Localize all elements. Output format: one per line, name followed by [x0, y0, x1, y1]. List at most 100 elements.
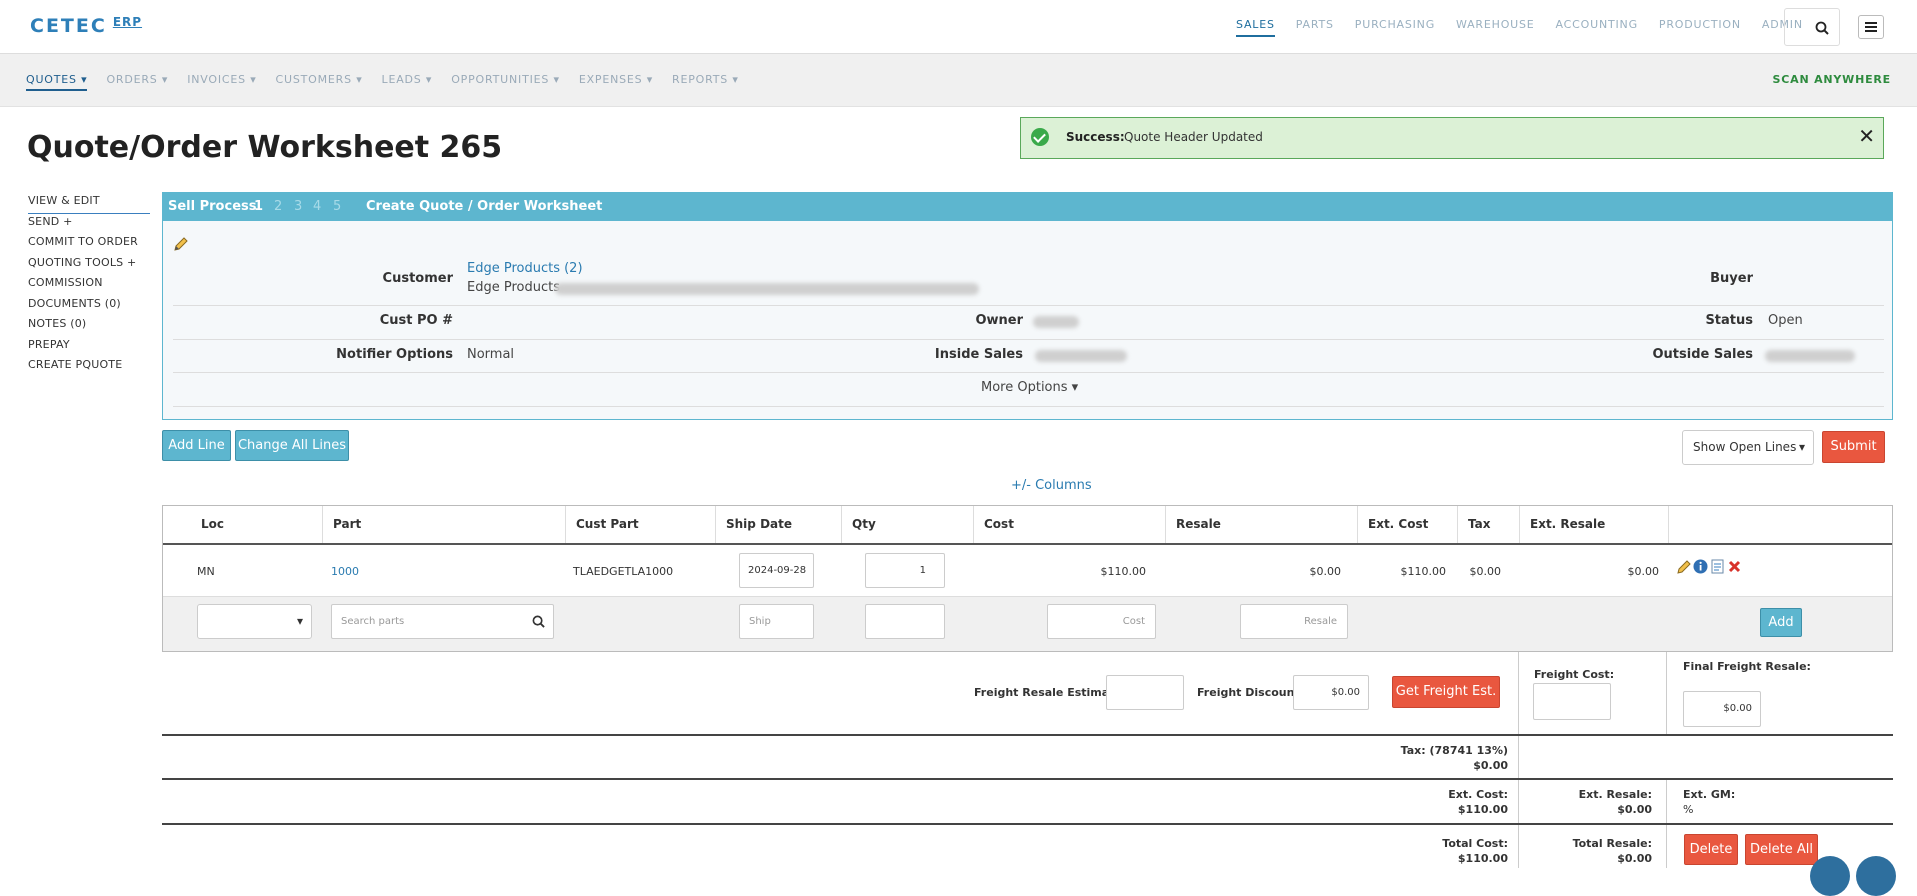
tax-label: Tax: (78741 13%) [1400, 744, 1508, 757]
row-qty-input[interactable]: 1 [865, 553, 945, 588]
divider [1518, 825, 1519, 868]
header-divider [163, 543, 1892, 545]
divider [1666, 652, 1667, 734]
row-ship-date-input[interactable]: 2024-09-28 [739, 553, 814, 588]
col-ext-cost[interactable]: Ext. Cost [1358, 506, 1458, 543]
delete-x-icon[interactable] [1728, 560, 1741, 573]
pencil-edit-icon[interactable] [1676, 559, 1692, 575]
col-tax[interactable]: Tax [1458, 506, 1520, 543]
inside-sales-label: Inside Sales [934, 347, 1023, 362]
redacted-inside-sales [1035, 350, 1127, 362]
sell-process-label: Sell Process [168, 199, 257, 214]
add-cost-input[interactable]: Cost [1047, 604, 1156, 639]
total-cost-label: Total Cost: [1442, 837, 1508, 850]
get-freight-est-button[interactable]: Get Freight Est. [1392, 676, 1500, 708]
sidenav-send[interactable]: SEND + [28, 214, 150, 235]
row-ext-resale: $0.00 [1627, 565, 1660, 578]
delete-button[interactable]: Delete [1684, 834, 1738, 865]
sidenav-documents[interactable]: DOCUMENTS (0) [28, 296, 150, 317]
nav-sales[interactable]: SALES [1236, 18, 1275, 37]
nav-accounting[interactable]: ACCOUNTING [1556, 18, 1638, 37]
add-part-search-input[interactable]: Search parts [331, 604, 554, 639]
sell-step-1[interactable]: 1 [254, 199, 263, 214]
total-resale-label: Total Resale: [1572, 837, 1652, 850]
cust-po-label: Cust PO # [379, 313, 453, 328]
freight-discount-input[interactable]: $0.00 [1293, 675, 1369, 710]
col-ship-date[interactable]: Ship Date [716, 506, 842, 543]
add-qty-input[interactable] [865, 604, 945, 639]
sidenav-quoting-tools[interactable]: QUOTING TOOLS + [28, 255, 150, 276]
subnav-quotes[interactable]: QUOTES ▾ [26, 73, 88, 91]
add-line-button[interactable]: Add Line [162, 430, 231, 461]
sidenav-notes[interactable]: NOTES (0) [28, 316, 150, 337]
change-all-lines-button[interactable]: Change All Lines [235, 430, 349, 461]
sidenav-view-edit[interactable]: VIEW & EDIT [28, 193, 150, 214]
info-icon[interactable] [1693, 559, 1708, 574]
close-icon[interactable]: ✕ [1858, 124, 1875, 148]
subnav-customers[interactable]: CUSTOMERS ▾ [276, 73, 363, 91]
sidenav-prepay[interactable]: PREPAY [28, 337, 150, 358]
global-search-button[interactable] [1784, 8, 1840, 46]
add-ship-input[interactable]: Ship [739, 604, 814, 639]
redacted-owner [1033, 316, 1079, 328]
sidenav-commission[interactable]: COMMISSION [28, 275, 150, 296]
customer-link[interactable]: Edge Products (2) [467, 261, 583, 276]
toast-message: Quote Header Updated [1124, 130, 1263, 144]
main-nav: SALES PARTS PURCHASING WAREHOUSE ACCOUNT… [1236, 18, 1824, 37]
more-options-toggle[interactable]: More Options ▾ [981, 380, 1078, 395]
col-resale[interactable]: Resale [1166, 506, 1358, 543]
sidenav-create-pquote[interactable]: CREATE PQUOTE [28, 357, 150, 378]
sell-step-5[interactable]: 5 [333, 199, 341, 214]
top-bar: CETEC ERP SALES PARTS PURCHASING WAREHOUS… [0, 0, 1917, 54]
hamburger-menu-icon[interactable] [1858, 15, 1884, 39]
col-part[interactable]: Part [323, 506, 566, 543]
notifier-label: Notifier Options [336, 347, 453, 362]
col-cust-part[interactable]: Cust Part [566, 506, 716, 543]
submit-button[interactable]: Submit [1822, 431, 1885, 463]
final-freight-resale-input[interactable]: $0.00 [1683, 691, 1761, 727]
col-loc[interactable]: Loc [163, 506, 323, 543]
col-ext-resale[interactable]: Ext. Resale [1520, 506, 1669, 543]
scan-anywhere-link[interactable]: SCAN ANYWHERE [1773, 73, 1891, 86]
customer-name: Edge Products [467, 280, 560, 295]
pencil-edit-icon[interactable] [173, 236, 189, 252]
sub-nav: QUOTES ▾ ORDERS ▾ INVOICES ▾ CUSTOMERS ▾… [0, 54, 1917, 107]
show-lines-select[interactable]: Show Open Lines ▾ [1682, 430, 1814, 465]
freight-section: Freight Resale Estimate: Freight Discoun… [162, 652, 1893, 736]
document-icon[interactable] [1711, 559, 1725, 574]
col-cost[interactable]: Cost [974, 506, 1166, 543]
nav-warehouse[interactable]: WAREHOUSE [1456, 18, 1535, 37]
ext-totals-section: Ext. Cost: $110.00 Ext. Resale: $0.00 Ex… [162, 780, 1893, 825]
add-resale-input[interactable]: Resale [1240, 604, 1348, 639]
nav-parts[interactable]: PARTS [1296, 18, 1334, 37]
sell-step-3[interactable]: 3 [294, 199, 302, 214]
sidenav-commit-to-order[interactable]: COMMIT TO ORDER [28, 234, 150, 255]
cetec-logo[interactable]: CETEC ERP [30, 15, 142, 37]
sell-step-2[interactable]: 2 [274, 199, 282, 214]
col-qty[interactable]: Qty [842, 506, 974, 543]
add-loc-select[interactable]: ▾ [197, 604, 312, 639]
row-part-link[interactable]: 1000 [331, 565, 359, 578]
delete-all-button[interactable]: Delete All [1745, 834, 1818, 865]
freight-resale-est-input[interactable] [1106, 675, 1184, 710]
row-cust-part: TLAEDGETLA1000 [573, 565, 674, 578]
total-section: Total Cost: $110.00 Total Resale: $0.00 … [162, 825, 1893, 868]
ext-cost-label: Ext. Cost: [1448, 788, 1508, 801]
subnav-opportunities[interactable]: OPPORTUNITIES ▾ [451, 73, 560, 91]
status-label: Status [1705, 313, 1753, 328]
toggle-columns-link[interactable]: +/- Columns [1011, 478, 1092, 493]
subnav-expenses[interactable]: EXPENSES ▾ [579, 73, 653, 91]
nav-purchasing[interactable]: PURCHASING [1355, 18, 1435, 37]
subnav-orders[interactable]: ORDERS ▾ [106, 73, 168, 91]
help-bubble-icon[interactable] [1810, 856, 1850, 896]
nav-production[interactable]: PRODUCTION [1659, 18, 1741, 37]
subnav-invoices[interactable]: INVOICES ▾ [187, 73, 256, 91]
success-toast: Success: Quote Header Updated ✕ [1020, 117, 1884, 159]
freight-cost-input[interactable] [1533, 683, 1611, 720]
chat-bubble-icon[interactable] [1856, 856, 1896, 896]
sell-step-4[interactable]: 4 [313, 199, 321, 214]
add-button[interactable]: Add [1760, 608, 1802, 637]
subnav-leads[interactable]: LEADS ▾ [382, 73, 433, 91]
owner-label: Owner [975, 313, 1023, 328]
subnav-reports[interactable]: REPORTS ▾ [672, 73, 739, 91]
